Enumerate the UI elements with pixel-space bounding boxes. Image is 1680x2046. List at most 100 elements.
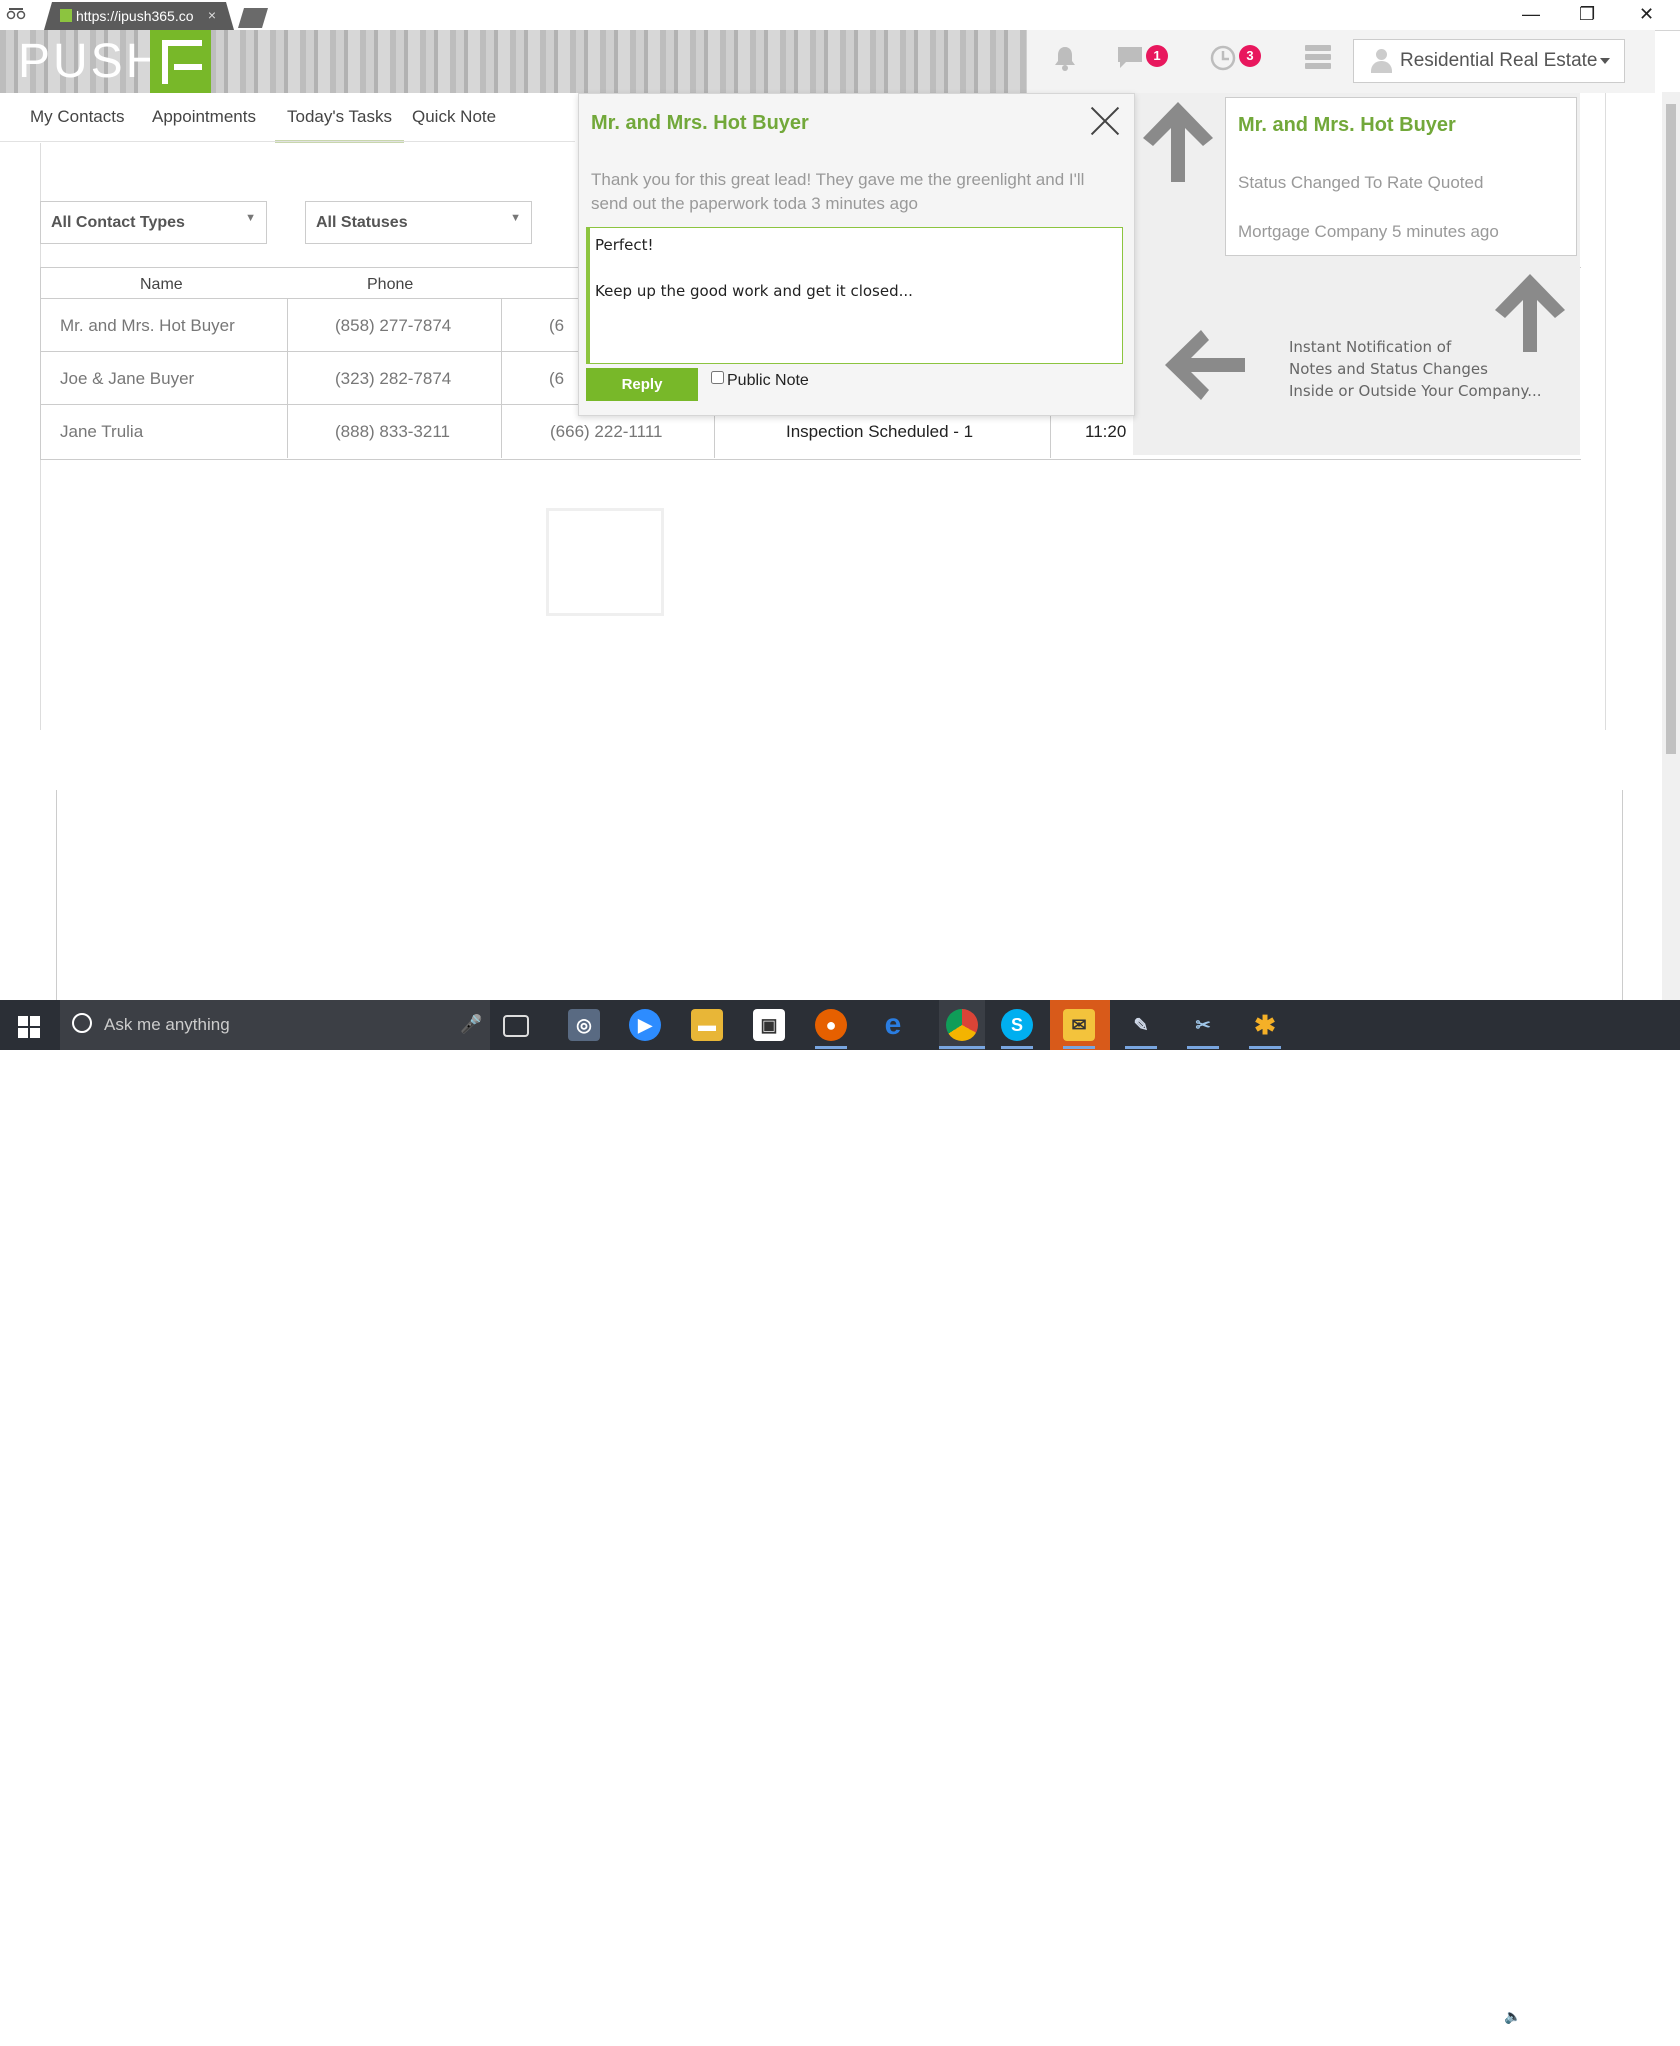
snipping-icon[interactable]: ✂ [1187,1009,1219,1041]
microphone-icon[interactable]: 🎤 [460,1014,482,1035]
table-divider [501,299,502,458]
new-tab-button[interactable] [238,8,268,28]
browser-titlebar: https://ipush365.co × — ❐ ✕ [0,0,1680,31]
column-header-name[interactable]: Name [140,276,183,294]
page-scrollbar[interactable] [1662,92,1680,1000]
file-explorer-icon[interactable]: ▬ [691,1009,723,1041]
taskbar-search[interactable]: Ask me anything 🎤 [60,1000,490,1050]
contact-type-select[interactable]: All Contact Types ▼ [40,201,267,244]
browser-tab-title: https://ipush365.co [76,8,194,24]
table-cell-phone2[interactable]: (6 [549,316,564,336]
app-icon[interactable]: ◎ [568,1009,600,1041]
zoom-icon[interactable]: ▶ [629,1009,661,1041]
taskbar-indicator [815,1046,847,1049]
tab-todays-tasks[interactable]: Today's Tasks [275,107,404,143]
skype-icon[interactable]: S [1001,1009,1033,1041]
taskbar-indicator [1063,1046,1095,1049]
table-cell-phone2[interactable]: (666) 222-1111 [550,422,662,442]
taskbar-indicator [1125,1046,1157,1049]
taskbar-indicator [1001,1046,1033,1049]
tab-close-icon[interactable]: × [208,7,216,23]
notification-source: Mortgage Company 5 minutes ago [1238,222,1499,241]
table-cell-phone[interactable]: (323) 282-7874 [335,369,451,389]
flower-app-icon[interactable]: ✱ [1249,1009,1281,1041]
contact-type-value: All Contact Types [51,214,185,231]
taskbar-clock[interactable]: 11:19 AM 10/10/2016 [1530,2004,1600,2046]
table-cell-name[interactable]: Jane Trulia [60,422,143,442]
restore-button[interactable]: ❐ [1579,4,1595,25]
reply-button[interactable]: Reply [586,368,698,401]
taskbar-indicator [939,1046,985,1049]
logo-mark[interactable] [150,30,211,93]
promo-line: Instant Notification of [1289,338,1452,356]
content-frame [56,790,1623,1000]
logo-text[interactable]: PUSH [18,30,163,93]
column-header-phone[interactable]: Phone [367,276,413,294]
dropbox-icon[interactable]: ❖ [1446,2008,1459,2025]
table-cell-phone[interactable]: (858) 277-7874 [335,316,451,336]
tab-divider [0,141,575,142]
mail-icon[interactable]: ✉ [1063,1009,1095,1041]
firefox-icon[interactable]: ● [815,1009,847,1041]
reply-textarea[interactable] [586,227,1123,364]
tab-my-contacts[interactable]: My Contacts [30,107,124,127]
clock-date: 10/10/2016 [1530,2027,1601,2043]
tab-appointments[interactable]: Appointments [152,107,256,127]
task-view-icon[interactable] [503,1015,529,1037]
status-value: All Statuses [316,214,408,231]
close-window-button[interactable]: ✕ [1639,4,1654,25]
volume-icon[interactable]: 🔈 [1504,2008,1521,2025]
account-dropdown[interactable]: Residential Real Estate [1353,39,1625,83]
server-menu-icon[interactable] [1303,44,1333,74]
modal-title: Mr. and Mrs. Hot Buyer [591,112,809,134]
history-badge: 3 [1239,45,1261,67]
network-icon[interactable]: ▭ [1474,2008,1487,2025]
windows-taskbar: Ask me anything 🎤 ◎ ▶ ▬ ▣ ● e S ✉ ✎ ✂ ✱ … [0,1000,1680,2043]
note-reply-modal: Mr. and Mrs. Hot Buyer Thank you for thi… [578,93,1135,416]
arrow-up-icon [1141,100,1215,189]
notification-title: Mr. and Mrs. Hot Buyer [1238,114,1456,136]
clock-time: 11:19 AM [1535,2006,1595,2022]
edge-icon[interactable]: e [877,1009,909,1041]
taskbar-indicator [1187,1046,1219,1049]
cortana-icon [72,1013,92,1033]
scrollbar-thumb[interactable] [1666,104,1676,754]
clock-icon[interactable] [1208,44,1238,74]
panel-border [1605,93,1606,730]
favicon-icon [60,9,72,22]
public-note-checkbox[interactable] [711,371,724,384]
table-cell-time[interactable]: 11:20 [1085,422,1126,442]
paint-icon[interactable]: ✎ [1125,1009,1157,1041]
store-icon[interactable]: ▣ [753,1009,785,1041]
promo-text: Instant Notification of Notes and Status… [1289,336,1542,402]
minimize-button[interactable]: — [1522,4,1540,25]
table-cell-name[interactable]: Mr. and Mrs. Hot Buyer [60,316,235,336]
user-icon [1370,49,1392,73]
tab-quick-note[interactable]: Quick Note [412,107,496,127]
table-cell-name[interactable]: Joe & Jane Buyer [60,369,194,389]
dropdown-arrow-icon: ▼ [245,212,256,224]
arrow-left-icon [1163,328,1247,407]
loading-placeholder [546,508,664,616]
chat-icon[interactable] [1115,44,1145,74]
messages-badge: 1 [1146,45,1168,67]
close-icon[interactable] [1088,104,1122,138]
tray-chevron-icon[interactable]: ∧ [1416,2008,1426,2025]
table-cell-phone2[interactable]: (6 [549,369,564,389]
public-note-label: Public Note [727,372,809,389]
table-cell-task[interactable]: Inspection Scheduled - 1 [786,422,973,442]
chrome-icon[interactable] [946,1009,978,1041]
chevron-down-icon [1600,58,1610,64]
incognito-icon [6,6,26,24]
table-cell-phone[interactable]: (888) 833-3211 [335,422,450,442]
promo-line: Inside or Outside Your Company... [1289,382,1542,400]
status-select[interactable]: All Statuses ▼ [305,201,532,244]
action-center-icon[interactable]: ▢ [1629,2008,1646,2029]
bell-icon[interactable] [1050,44,1080,74]
notification-status: Status Changed To Rate Quoted [1238,173,1484,192]
notification-card[interactable]: Mr. and Mrs. Hot Buyer Status Changed To… [1225,97,1577,256]
windows-start-icon[interactable] [18,1016,40,1038]
account-label: Residential Real Estate [1400,50,1598,71]
browser-tab[interactable]: https://ipush365.co × [44,2,234,30]
taskbar-indicator [1249,1046,1281,1049]
